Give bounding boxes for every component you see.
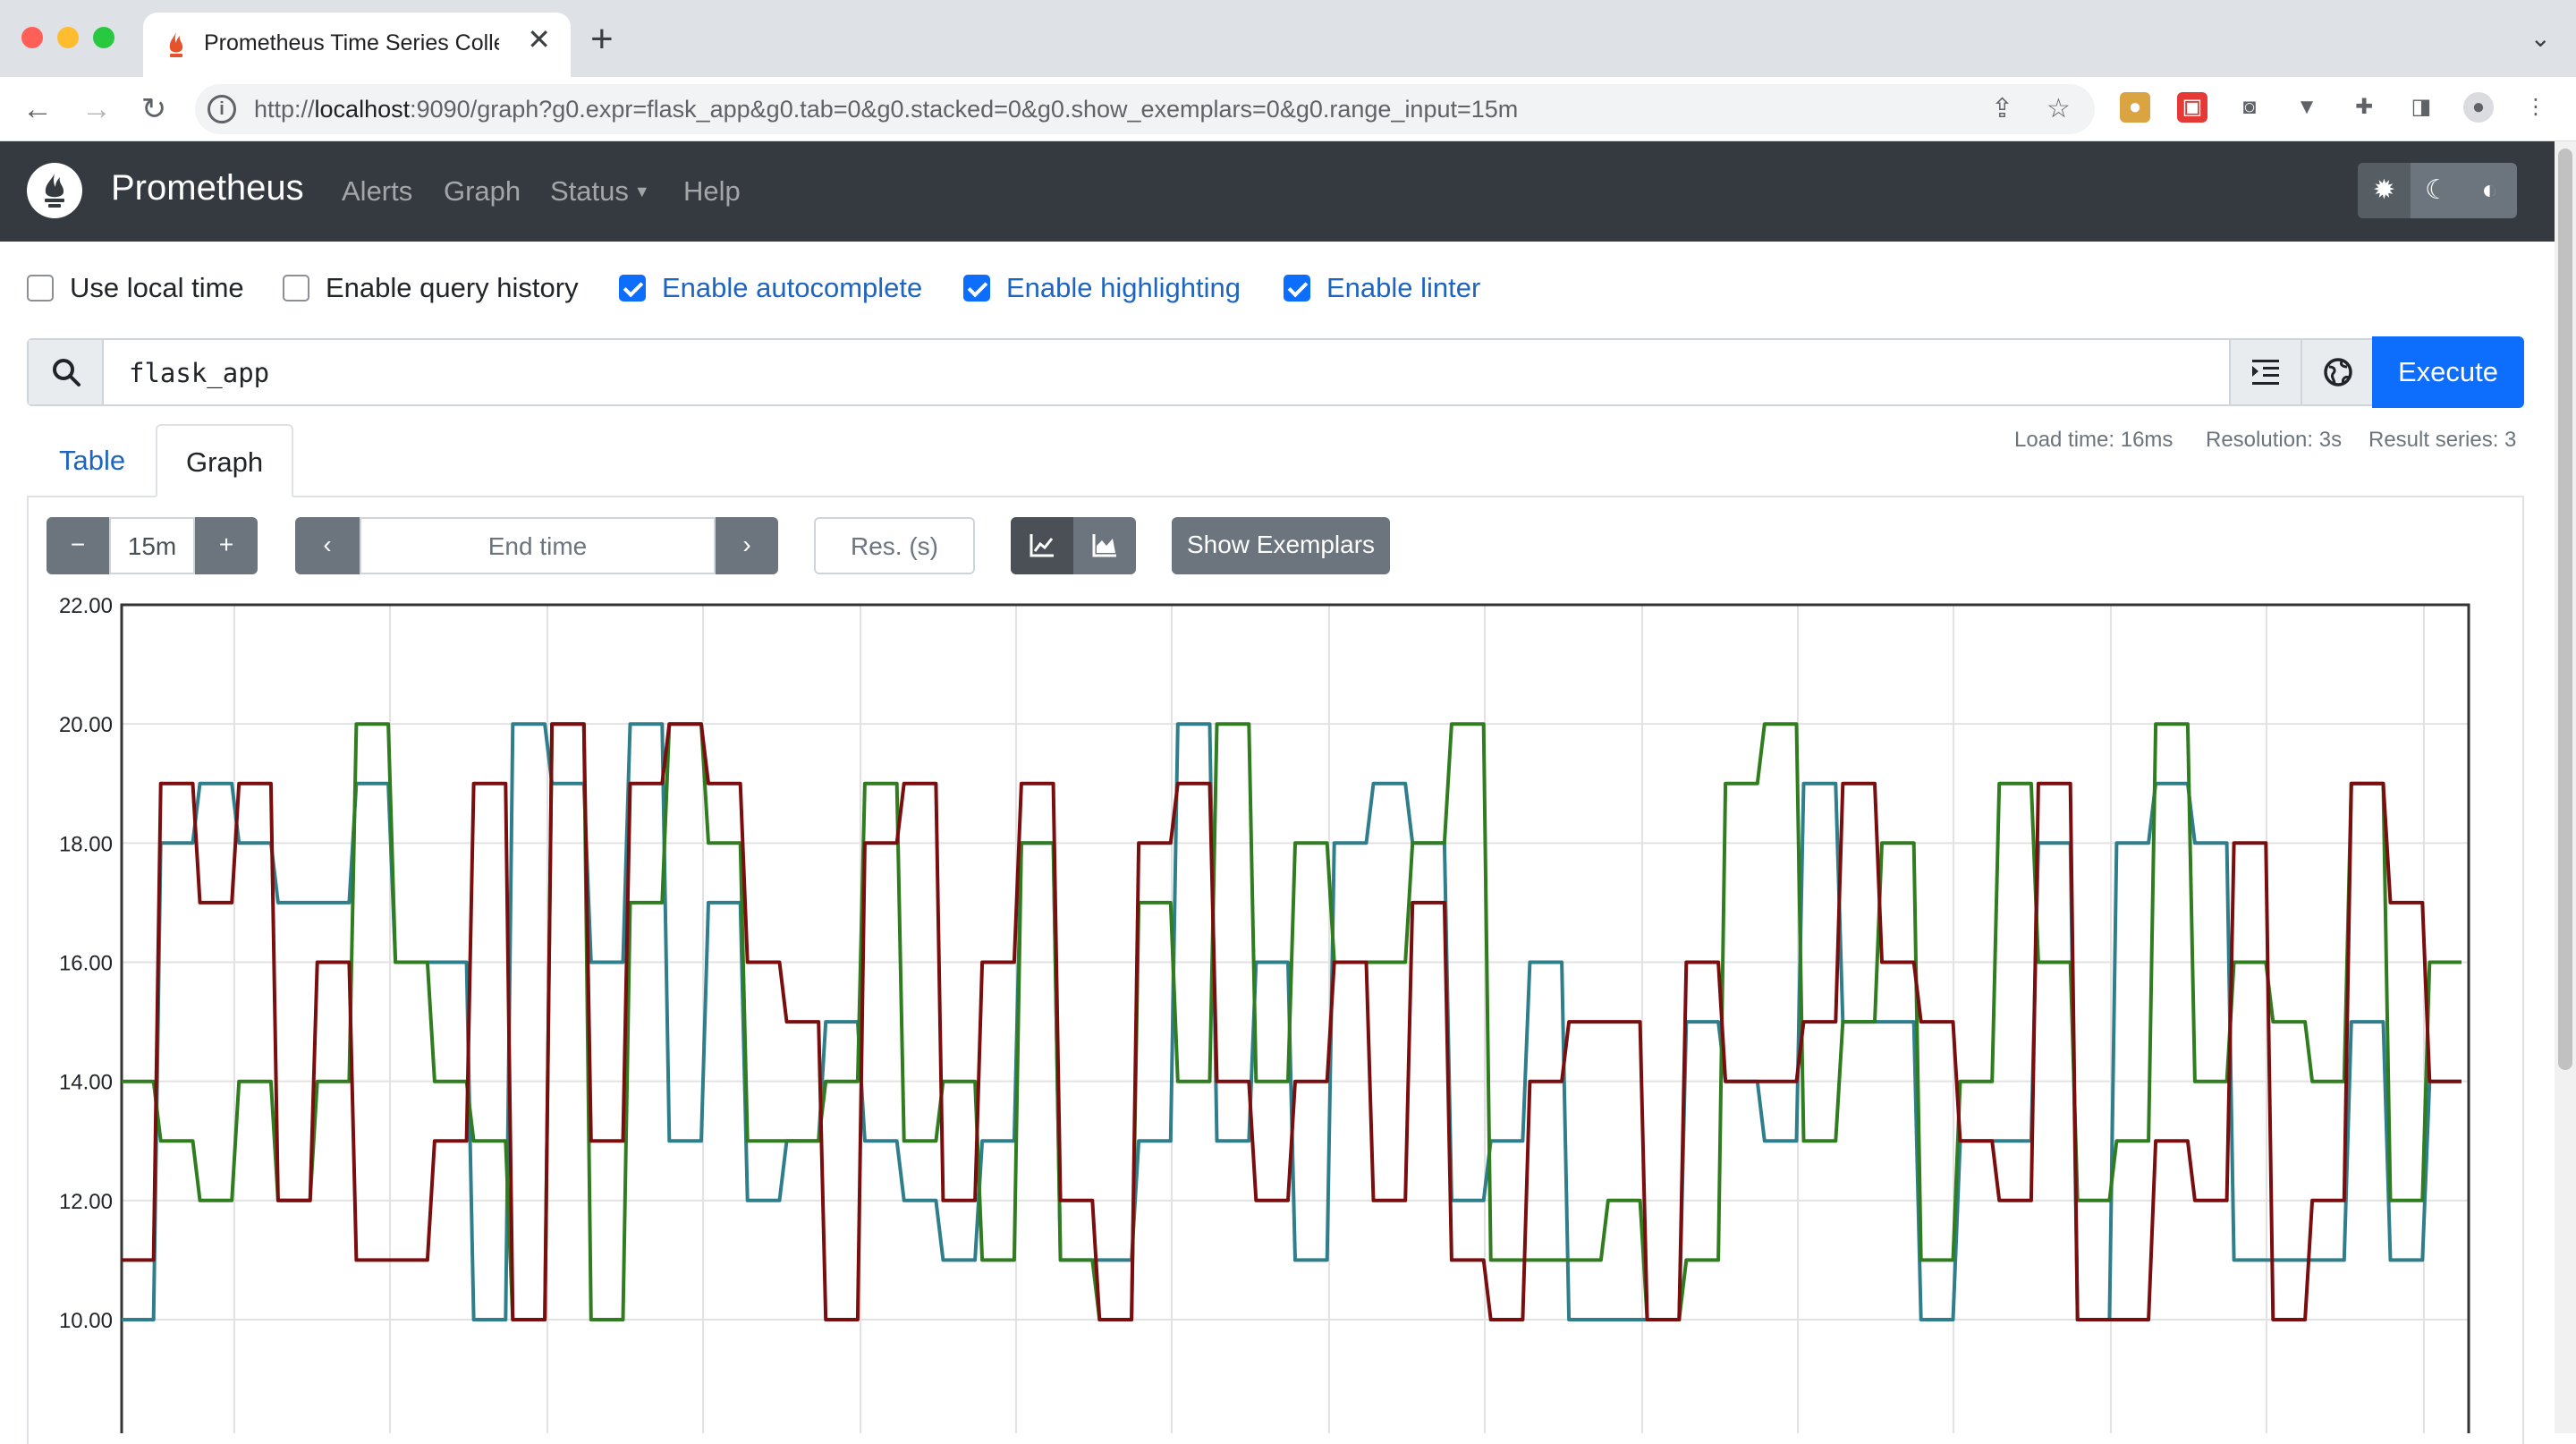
time-series-chart[interactable]: 22.00 20.00 18.00 16.00 14.00 12.00 10.00 (0, 0, 2576, 1433)
y-tick-label: 18.00 (59, 832, 113, 856)
y-tick-label: 12.00 (59, 1190, 113, 1214)
page-scrollbar[interactable] (2555, 141, 2576, 1433)
scrollbar-thumb[interactable] (2558, 149, 2572, 1070)
y-tick-label: 14.00 (59, 1071, 113, 1095)
y-tick-label: 16.00 (59, 952, 113, 976)
y-tick-label: 22.00 (59, 594, 113, 618)
y-tick-label: 10.00 (59, 1309, 113, 1333)
y-tick-label: 20.00 (59, 713, 113, 737)
